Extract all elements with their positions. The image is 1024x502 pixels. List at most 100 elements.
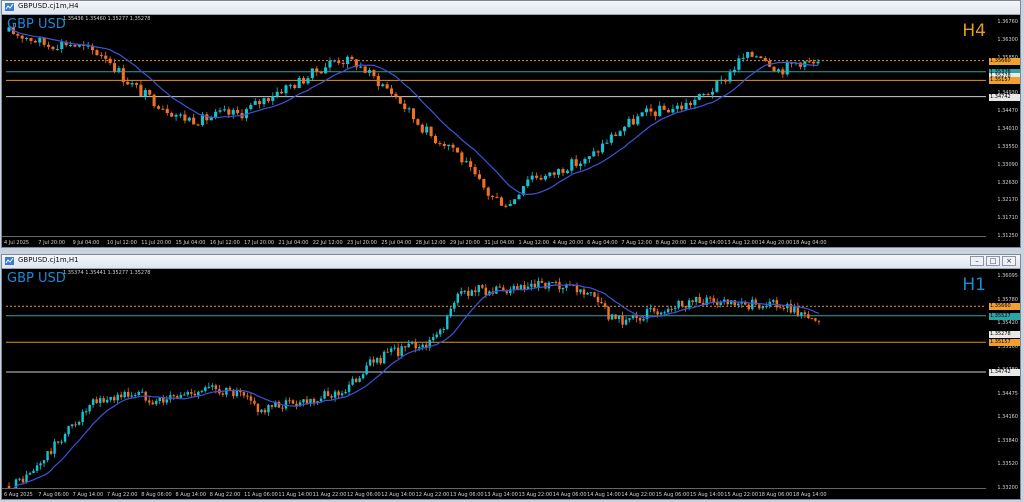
window-titlebar[interactable]: GBPUSD.cj1m,H1 – □ × [2,255,1020,269]
candle-body [624,319,628,325]
price-tick-label: 1.32170 [997,197,1018,204]
candle-body [55,49,59,51]
candle-body [680,300,684,307]
minimize-button[interactable]: – [970,256,984,266]
candle-body [539,177,543,180]
candle-body [499,197,503,206]
price-scale[interactable]: 1.360951.357801.354201.351001.347801.344… [987,269,1020,491]
time-scale[interactable]: 6 Aug 2025 7 Aug 06:00 7 Aug 14:00 7 Aug 22… [2,488,986,499]
candle-body [776,69,780,72]
candle-body [593,292,596,297]
candle-body [451,144,455,148]
time-scale[interactable]: 4 Jul 2025 7 Jul 20:00 9 Jul 04:00 10 Jul 1… [2,236,986,247]
candle-body [751,299,754,310]
candle-body [262,98,266,105]
candle-body [63,434,67,442]
price-tag: 1.35157 [989,339,1020,347]
price-chart[interactable] [6,15,986,237]
candle-body [148,400,151,403]
ohlc-readout: 1.35374 1.35441 1.35277 1.35278 [63,270,151,276]
candle-body [732,69,737,73]
candle-body [644,108,649,113]
time-tick-label: 7 Jul 20:00 [38,240,66,246]
time-tick-label: 4 Jul 2025 [4,240,30,246]
candle-body [517,194,521,200]
candle-body [706,94,710,96]
time-tick-label: 23 Jul 20:00 [347,240,377,246]
maximize-button[interactable]: □ [986,256,1000,266]
candle-body [763,57,767,61]
candle-body [227,109,231,115]
candle-body [631,118,635,125]
candle-body [586,292,589,295]
candle-body [587,156,591,159]
window-titlebar[interactable]: GBPUSD.cj1m,H4 [2,1,1020,15]
candle-body [464,161,468,163]
candle-body [469,161,473,168]
chart-window-h1[interactable]: GBPUSD.cj1m,H1 – □ × GBP USD 1.35374 1.3… [1,254,1021,500]
time-tick-label: 31 Jul 04:00 [484,240,515,246]
candle-body [143,90,147,97]
candle-body [88,404,91,412]
candle-body [328,60,332,68]
chart-icon [5,257,14,265]
window-title: GBPUSD.cj1m,H4 [18,2,79,10]
candle-body [636,116,640,125]
candle-body [351,378,354,385]
candle-body [293,85,297,89]
candle-body [359,66,363,68]
candle-body [772,66,776,72]
candlestick-plot[interactable] [6,269,986,489]
candle-body [310,68,314,79]
candle-body [759,56,763,58]
candle-body [365,365,368,375]
candle-body [761,306,765,309]
candle-body [139,84,143,97]
candle-body [552,172,556,175]
candle-body [712,298,715,303]
candle-body [116,394,119,401]
chart-window-h4[interactable]: GBPUSD.cj1m,H4 GBP USD 1.35436 1.35460 1… [1,0,1021,248]
close-button[interactable]: × [1002,256,1016,266]
candle-body [337,60,341,64]
candle-body [179,395,183,398]
candle-body [737,303,740,306]
price-tick-label: 1.35780 [997,296,1018,303]
price-tick-label: 1.34160 [997,414,1018,421]
candle-body [785,62,789,75]
price-scale[interactable]: 1.367601.363001.358501.354001.349301.344… [987,15,1020,239]
candle-body [228,387,232,390]
candle-body [207,386,211,388]
candle-body [649,108,653,112]
candle-body [746,52,750,58]
candle-body [393,347,396,349]
candle-body [98,398,102,403]
candle-body [601,143,605,153]
candle-body [737,58,741,70]
time-tick-label: 15 Aug 14:00 [690,492,724,498]
candle-body [557,169,561,175]
price-tick-label: 1.33840 [997,437,1018,444]
candle-body [491,195,495,197]
time-tick-label: 1 Aug 12:00 [518,240,550,246]
candle-body [673,307,677,309]
candle-body [779,307,782,309]
candle-body [323,391,326,399]
candle-body [330,396,333,398]
time-tick-label: 14 Aug 20:00 [758,240,793,246]
candle-body [67,426,70,435]
candle-body [658,105,662,116]
timeframe-label: H1 [962,275,986,295]
price-tag: 1.34742 [989,368,1020,376]
candle-body [152,94,156,107]
candle-body [698,297,701,303]
price-tick-label: 1.31250 [997,233,1018,239]
candle-body [263,409,267,413]
candle-body [25,38,29,40]
candle-body [361,374,365,379]
candlestick-plot[interactable] [6,15,986,237]
price-chart[interactable] [6,269,986,489]
candle-body [186,392,190,395]
candle-body [473,167,477,175]
window-title: GBPUSD.cj1m,H1 [18,256,79,264]
